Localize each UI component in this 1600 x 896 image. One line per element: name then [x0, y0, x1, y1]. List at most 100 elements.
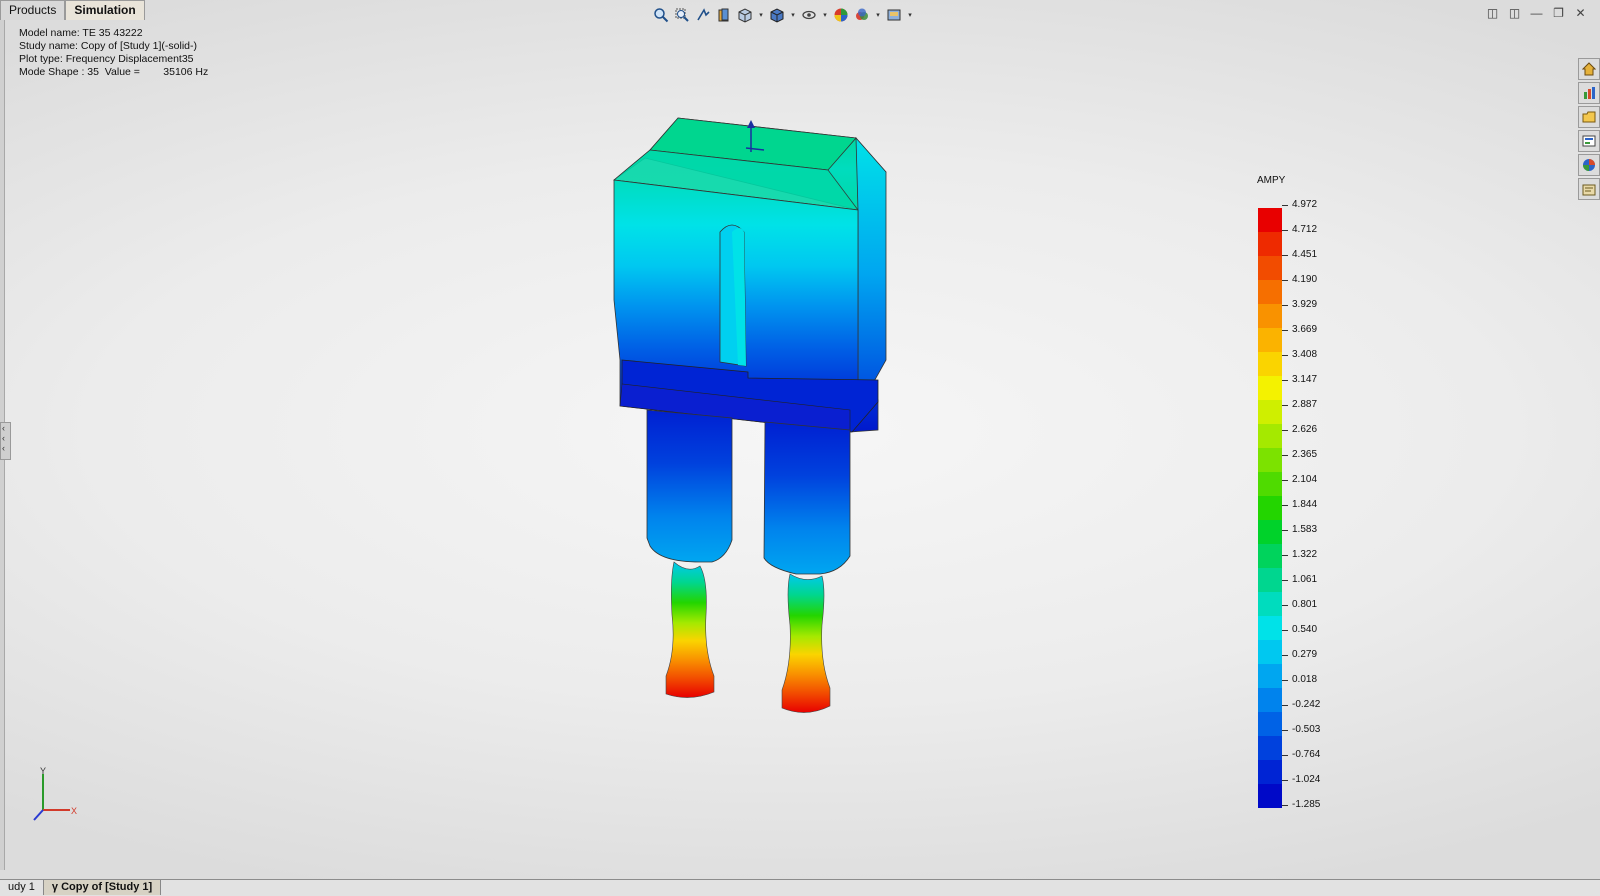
legend-tick — [1282, 679, 1288, 681]
legend-color-band — [1258, 544, 1282, 568]
plot-info-block: Model name: TE 35 43222 Study name: Copy… — [19, 27, 208, 79]
legend-value-label: 4.190 — [1282, 274, 1317, 286]
study-tab-icon: γ — [51, 881, 62, 893]
model-name-text: Model name: TE 35 43222 — [19, 27, 143, 39]
legend-value-label: 2.365 — [1282, 449, 1317, 461]
legend-value-label: 2.626 — [1282, 424, 1317, 436]
legend-value-label: 0.279 — [1282, 649, 1317, 661]
legend-value-label: 0.018 — [1282, 674, 1317, 686]
tab-simulation[interactable]: Simulation — [65, 0, 145, 20]
legend-value-label: 0.540 — [1282, 624, 1317, 636]
legend-tick — [1282, 504, 1288, 506]
window-controls: ◫ ◫ — ❐ ✕ — [1485, 6, 1588, 20]
triad-z-axis — [33, 809, 44, 821]
legend-labels: 4.972 4.712 4.451 4.190 3.929 3.669 3.408 3.147… — [1282, 199, 1352, 811]
legend-tick — [1282, 479, 1288, 481]
view-settings-icon[interactable] — [885, 6, 903, 24]
triad-y-label: Y — [40, 766, 46, 776]
view-orientation-icon[interactable] — [736, 6, 754, 24]
legend-value-label: 4.712 — [1282, 224, 1317, 236]
appearances-icon[interactable] — [1578, 154, 1600, 176]
color-legend-bar[interactable] — [1258, 208, 1282, 808]
heads-up-view-toolbar: ▾ ▾ ▾ ▾ ▾ — [652, 4, 914, 26]
legend-tick — [1282, 329, 1288, 331]
design-library-icon[interactable] — [1578, 82, 1600, 104]
zoom-to-fit-icon[interactable] — [652, 6, 670, 24]
legend-tick — [1282, 204, 1288, 206]
legend-tick — [1282, 404, 1288, 406]
legend-color-band — [1258, 328, 1282, 352]
chevron-down-icon[interactable]: ▾ — [757, 11, 765, 19]
view-palette-icon[interactable] — [1578, 130, 1600, 152]
legend-color-band — [1258, 592, 1282, 616]
legend-tick — [1282, 279, 1288, 281]
legend-color-band — [1258, 496, 1282, 520]
legend-color-band — [1258, 448, 1282, 472]
legend-color-band — [1258, 784, 1282, 808]
tile-vertical-icon[interactable]: ◫ — [1507, 6, 1522, 20]
legend-color-band — [1258, 664, 1282, 688]
legend-tick — [1282, 754, 1288, 756]
minimize-icon[interactable]: — — [1529, 6, 1544, 20]
legend-color-band — [1258, 352, 1282, 376]
legend-value-label: 1.322 — [1282, 549, 1317, 561]
legend-value-label: -1.285 — [1282, 799, 1320, 811]
custom-properties-icon[interactable] — [1578, 178, 1600, 200]
legend-color-band — [1258, 736, 1282, 760]
legend-value-label: 1.061 — [1282, 574, 1317, 586]
legend-value-label: 4.972 — [1282, 199, 1317, 211]
legend-color-band — [1258, 568, 1282, 592]
apply-scene-icon[interactable] — [853, 6, 871, 24]
legend-color-band — [1258, 232, 1282, 256]
legend-color-band — [1258, 520, 1282, 544]
legend-value-label: 2.104 — [1282, 474, 1317, 486]
legend-tick — [1282, 729, 1288, 731]
legend-tick — [1282, 379, 1288, 381]
legend-value-label: -0.764 — [1282, 749, 1320, 761]
legend-value-label: 4.451 — [1282, 249, 1317, 261]
section-view-icon[interactable] — [715, 6, 733, 24]
legend-tick — [1282, 429, 1288, 431]
deformed-model-fringe-plot[interactable] — [600, 110, 900, 730]
chevron-down-icon[interactable]: ▾ — [821, 11, 829, 19]
chevron-down-icon[interactable]: ▾ — [789, 11, 797, 19]
restore-icon[interactable]: ❐ — [1551, 6, 1566, 20]
tile-horizontal-icon[interactable]: ◫ — [1485, 6, 1500, 20]
file-explorer-icon[interactable] — [1578, 106, 1600, 128]
legend-value-label: 1.583 — [1282, 524, 1317, 536]
legend-value-label: 2.887 — [1282, 399, 1317, 411]
legend-value-label: -1.024 — [1282, 774, 1320, 786]
legend-color-band — [1258, 208, 1282, 232]
legend-tick — [1282, 254, 1288, 256]
legend-value-label: 3.147 — [1282, 374, 1317, 386]
tab-label: Copy of [Study 1] — [61, 881, 153, 893]
legend-value-label: 1.844 — [1282, 499, 1317, 511]
resources-icon[interactable] — [1578, 58, 1600, 80]
legend-color-band — [1258, 400, 1282, 424]
legend-color-band — [1258, 424, 1282, 448]
legend-color-band — [1258, 304, 1282, 328]
mode-shape-text: Mode Shape : 35 Value = 35106 Hz — [19, 66, 209, 78]
legend-tick — [1282, 804, 1288, 806]
legend-color-band — [1258, 472, 1282, 496]
chevron-down-icon[interactable]: ▾ — [906, 11, 914, 19]
tab-products[interactable]: Products — [0, 0, 66, 20]
hide-show-items-icon[interactable] — [800, 6, 818, 24]
legend-tick — [1282, 354, 1288, 356]
tab-copy-of-study-1[interactable]: γ Copy of [Study 1] — [43, 880, 162, 895]
zoom-area-icon[interactable] — [673, 6, 691, 24]
close-icon[interactable]: ✕ — [1573, 6, 1588, 20]
triad-x-label: X — [71, 806, 77, 816]
legend-tick — [1282, 304, 1288, 306]
study-tabs-bar: udy 1 γ Copy of [Study 1] — [0, 879, 1600, 896]
display-style-icon[interactable] — [768, 6, 786, 24]
legend-tick — [1282, 529, 1288, 531]
chevron-down-icon[interactable]: ▾ — [874, 11, 882, 19]
edit-appearance-icon[interactable] — [832, 6, 850, 24]
panel-collapse-handle[interactable]: ‹ ‹ ‹ — [0, 422, 11, 460]
legend-value-label: -0.242 — [1282, 699, 1320, 711]
tab-study-1[interactable]: udy 1 — [0, 880, 44, 895]
previous-view-icon[interactable] — [694, 6, 712, 24]
legend-tick — [1282, 579, 1288, 581]
legend-color-band — [1258, 640, 1282, 664]
